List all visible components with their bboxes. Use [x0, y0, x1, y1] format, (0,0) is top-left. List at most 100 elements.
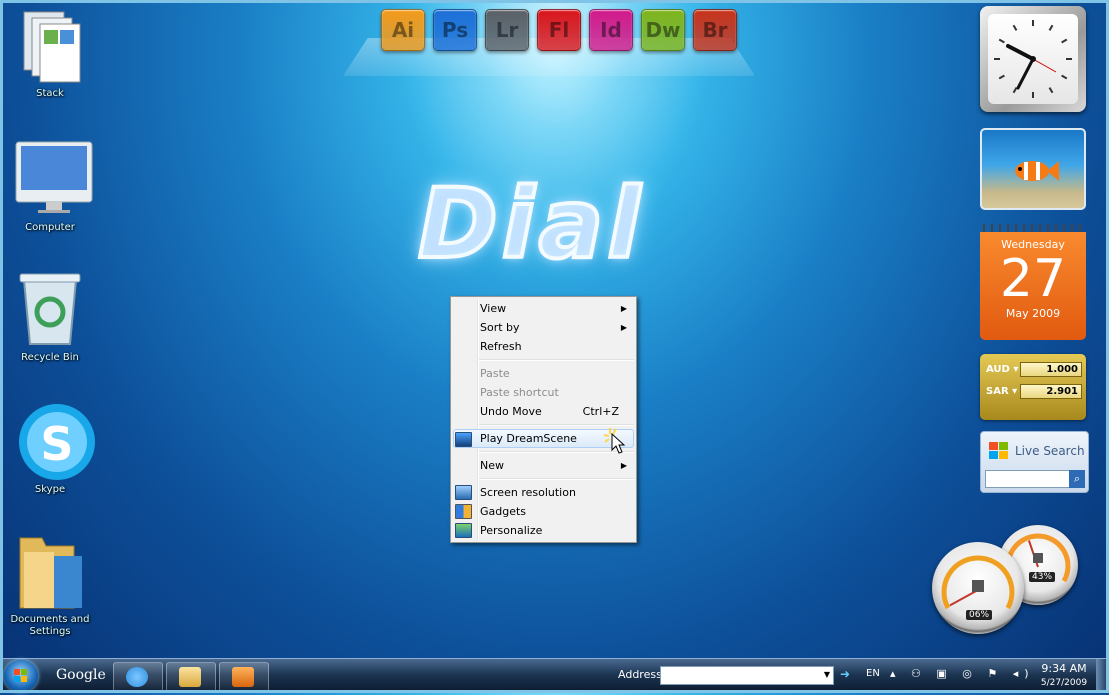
taskbar-button-media-player[interactable] — [219, 662, 269, 692]
address-input[interactable] — [660, 666, 834, 685]
desktop-icon-label: Stack — [36, 88, 64, 99]
skype-icon: S — [14, 402, 95, 480]
calendar-page: Wednesday 27 May 2009 — [980, 232, 1086, 340]
menu-item-refresh[interactable]: Refresh — [451, 337, 636, 356]
desktop-icon-skype[interactable]: S Skype — [6, 402, 95, 496]
adobe-dock: Ai Ps Lr Fl Id Dw Br — [381, 9, 737, 51]
analog-clock-icon — [988, 14, 1078, 104]
taskbar-button-windows-explorer[interactable] — [166, 662, 216, 692]
currency-row[interactable]: AUD ▾ 1.000 — [986, 362, 1082, 378]
desktop-icon-label: Recycle Bin — [21, 352, 79, 363]
recycle-bin-icon — [14, 270, 86, 348]
currency-code: SAR ▾ — [986, 386, 1018, 397]
dock-app-id-icon[interactable]: Id — [589, 9, 633, 51]
menu-item-label: Screen resolution — [480, 486, 576, 499]
menu-item-label: Refresh — [480, 340, 522, 353]
desktop-icon-label: Computer — [25, 222, 75, 233]
menu-item-label: Sort by — [480, 321, 520, 334]
menu-item-shortcut: Ctrl+Z — [582, 405, 619, 418]
stack-icon — [14, 6, 86, 84]
media-player-icon — [232, 667, 254, 687]
menu-item-gadgets[interactable]: Gadgets — [451, 502, 636, 521]
menu-item-view[interactable]: View ▶ — [451, 299, 636, 318]
desktop-icon-label: Documents and Settings — [10, 614, 90, 637]
menu-item-paste: Paste — [451, 364, 636, 383]
menu-item-paste-shortcut: Paste shortcut — [451, 383, 636, 402]
submenu-arrow-icon: ▶ — [620, 323, 627, 332]
menu-item-screen-resolution[interactable]: Screen resolution — [451, 483, 636, 502]
dreamscene-icon — [455, 432, 472, 447]
calendar-gadget[interactable]: Wednesday 27 May 2009 — [980, 224, 1086, 340]
show-desktop-button[interactable] — [1096, 659, 1106, 693]
desktop-icon-recycle-bin[interactable]: Recycle Bin — [6, 270, 94, 364]
language-indicator[interactable]: EN — [866, 668, 880, 679]
currency-value: 2.901 — [1020, 384, 1082, 399]
personalize-icon — [455, 523, 472, 538]
computer-icon — [14, 140, 93, 218]
desktop-icon-stack[interactable]: Stack — [6, 6, 94, 100]
menu-item-label: Paste — [480, 367, 510, 380]
magnifier-icon[interactable]: ⌕ — [1069, 470, 1085, 488]
cpu-usage-value: 06% — [966, 610, 993, 620]
live-search-input[interactable] — [985, 470, 1071, 488]
taskbar-button-internet-explorer[interactable] — [113, 662, 163, 692]
dock-app-ai-icon[interactable]: Ai — [381, 9, 425, 51]
currency-gadget[interactable]: AUD ▾ 1.000 SAR ▾ 2.901 — [980, 354, 1086, 420]
internet-explorer-icon — [126, 667, 148, 687]
gadgets-icon — [455, 504, 472, 519]
desktop-icon-label: Skype — [34, 484, 66, 495]
dock-app-br-icon[interactable]: Br — [693, 9, 737, 51]
desktop-icon-documents-and-settings[interactable]: Documents and Settings — [6, 532, 94, 638]
calendar-rings — [980, 224, 1086, 232]
address-go-icon[interactable]: ➜ — [840, 667, 850, 681]
menu-item-label: New — [480, 459, 504, 472]
menu-item-sort-by[interactable]: Sort by ▶ — [451, 318, 636, 337]
cpu-meter[interactable]: 06% — [932, 542, 1024, 634]
windows-explorer-icon — [179, 667, 201, 687]
desktop-icon-computer[interactable]: Computer — [6, 140, 94, 234]
dock-app-fl-icon[interactable]: Fl — [537, 9, 581, 51]
menu-item-undo-move[interactable]: Undo Move Ctrl+Z — [451, 402, 636, 421]
live-search-gadget: Live Search ⌕ — [980, 431, 1089, 493]
currency-code: AUD ▾ — [986, 364, 1019, 375]
menu-item-new[interactable]: New ▶ — [451, 456, 636, 475]
menu-item-label: Play DreamScene — [480, 432, 577, 445]
google-toolbar-label[interactable]: Google — [56, 667, 106, 683]
monitor-icon — [455, 485, 472, 500]
clock-time[interactable]: 9:34 AM — [1040, 662, 1088, 675]
slideshow-gadget[interactable] — [980, 128, 1086, 210]
clock-gadget[interactable] — [980, 6, 1086, 112]
menu-item-label: Gadgets — [480, 505, 527, 518]
currency-value: 1.000 — [1020, 362, 1082, 377]
menu-item-label: Undo Move — [480, 405, 542, 418]
clock-date[interactable]: 5/27/2009 — [1040, 678, 1088, 688]
menu-separator — [479, 359, 634, 361]
clownfish-slideshow-icon — [1010, 158, 1060, 187]
submenu-arrow-icon: ▶ — [620, 304, 627, 313]
menu-item-label: Paste shortcut — [480, 386, 559, 399]
system-tray-icons[interactable]: ▴ ⚇ ▣ ◎ ⚑ ◂) — [890, 667, 1035, 680]
menu-separator — [479, 478, 634, 480]
calendar-day: 27 — [999, 249, 1067, 309]
menu-item-label: View — [480, 302, 507, 315]
calendar-month-year: May 2009 — [1005, 307, 1061, 320]
dock-app-lr-icon[interactable]: Lr — [485, 9, 529, 51]
folder-icon — [14, 532, 86, 610]
menu-item-label: Personalize — [480, 524, 543, 537]
taskbar: Google Address ▼ ➜ EN ▴ ⚇ ▣ ◎ ⚑ ◂) 9:34 … — [0, 658, 1109, 693]
submenu-arrow-icon: ▶ — [620, 461, 627, 470]
dock-app-ps-icon[interactable]: Ps — [433, 9, 477, 51]
windows-orb-icon[interactable] — [4, 660, 38, 692]
menu-item-play-dreamscene[interactable]: Play DreamScene — [453, 428, 634, 454]
address-toolbar-label: Address — [618, 668, 662, 681]
dock-app-dw-icon[interactable]: Dw — [641, 9, 685, 51]
desktop-context-menu: View ▶ Sort by ▶ Refresh Paste Paste short… — [450, 296, 637, 543]
menu-item-personalize[interactable]: Personalize — [451, 521, 636, 540]
chevron-down-icon[interactable]: ▼ — [820, 666, 834, 683]
mouse-cursor-icon — [602, 426, 632, 459]
memory-usage-value: 43% — [1029, 572, 1056, 582]
live-search-title: Live Search — [1015, 444, 1085, 458]
windows-logo-icon — [989, 442, 1009, 463]
currency-row[interactable]: SAR ▾ 2.901 — [986, 384, 1082, 400]
wallpaper-title: Dial — [416, 166, 645, 282]
